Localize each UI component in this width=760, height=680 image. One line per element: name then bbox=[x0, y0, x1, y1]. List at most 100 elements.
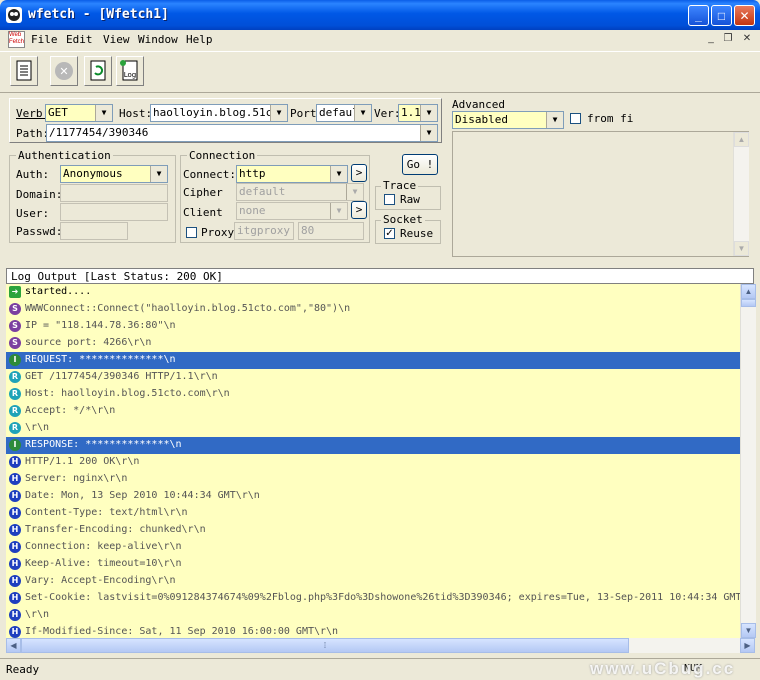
proxy-host-input[interactable]: itgproxy bbox=[234, 222, 294, 240]
log-vertical-scrollbar[interactable]: ▲ ▼ bbox=[740, 284, 756, 638]
scroll-up-icon[interactable]: ▲ bbox=[734, 132, 749, 147]
chevron-down-icon[interactable]: ▼ bbox=[270, 105, 287, 121]
scroll-left-icon[interactable]: ◀ bbox=[6, 638, 21, 653]
log-row-text: Host: haolloyin.blog.51cto.com\r\n bbox=[25, 388, 230, 399]
log-output-list[interactable]: ➜ started.... S WWWConnect::Connect("haollo… bbox=[6, 284, 740, 638]
mdi-restore-button[interactable]: ❐ bbox=[721, 32, 735, 46]
cipher-dropdown[interactable]: default ▼ bbox=[236, 183, 364, 201]
client-dropdown[interactable]: none ▼ bbox=[236, 202, 348, 220]
log-row[interactable]: R \r\n bbox=[6, 420, 740, 437]
log-row[interactable]: Ssource port: 4266\r\n bbox=[6, 335, 740, 352]
advanced-dropdown[interactable]: Disabled ▼ bbox=[452, 111, 564, 129]
chevron-down-icon[interactable]: ▼ bbox=[354, 105, 371, 121]
maximize-button[interactable]: □ bbox=[711, 5, 732, 26]
chevron-down-icon[interactable]: ▼ bbox=[546, 112, 563, 128]
proxy-host-value: itgproxy bbox=[237, 224, 290, 237]
host-combobox[interactable]: haolloyin.blog.51cto ▼ bbox=[150, 104, 288, 122]
refresh-button[interactable] bbox=[84, 56, 112, 86]
domain-label: Domain: bbox=[16, 188, 63, 201]
chevron-down-icon[interactable]: ▼ bbox=[95, 105, 112, 121]
raw-checkbox[interactable] bbox=[384, 194, 395, 205]
log-type-h-icon: H bbox=[9, 507, 21, 519]
domain-input[interactable] bbox=[60, 184, 168, 202]
chevron-down-icon[interactable]: ▼ bbox=[420, 125, 437, 141]
log-row[interactable]: H Date: Mon, 13 Sep 2010 10:44:34 GMT\r\n bbox=[6, 488, 740, 505]
log-type-s-icon: S bbox=[9, 337, 21, 349]
log-row[interactable]: H Vary: Accept-Encoding\r\n bbox=[6, 573, 740, 590]
menu-view[interactable]: View bbox=[103, 33, 130, 46]
log-row[interactable]: S IP = "118.144.78.36:80"\n bbox=[6, 318, 740, 335]
passwd-input[interactable] bbox=[60, 222, 128, 240]
log-horizontal-scrollbar[interactable]: ◀ ⁞ ▶ bbox=[6, 638, 755, 653]
log-row[interactable]: H Transfer-Encoding: chunked\r\n bbox=[6, 522, 740, 539]
menu-window[interactable]: Window bbox=[138, 33, 178, 46]
log-row[interactable]: H Set-Cookie: lastvisit=0%091284374674%09… bbox=[6, 590, 740, 607]
path-label: Path: bbox=[16, 127, 50, 140]
log-row[interactable]: S WWWConnect::Connect("haolloyin.blog.51c… bbox=[6, 301, 740, 318]
menu-help[interactable]: Help bbox=[186, 33, 213, 46]
scroll-down-icon[interactable]: ▼ bbox=[734, 241, 749, 256]
menu-bar: Web Fetch File Edit View Window Help _ ❐… bbox=[0, 30, 760, 50]
connect-dropdown[interactable]: http ▼ bbox=[236, 165, 348, 183]
user-input[interactable] bbox=[60, 203, 168, 221]
log-row[interactable]: R Host: haolloyin.blog.51cto.com\r\n bbox=[6, 386, 740, 403]
log-row[interactable]: H \r\n bbox=[6, 607, 740, 624]
log-row[interactable]: I RESPONSE: **************\n bbox=[6, 437, 740, 454]
auth-dropdown[interactable]: Anonymous ▼ bbox=[60, 165, 168, 183]
connect-options-button[interactable]: > bbox=[351, 164, 367, 182]
scroll-down-icon[interactable]: ▼ bbox=[741, 623, 756, 638]
version-dropdown[interactable]: 1.1 ▼ bbox=[398, 104, 438, 122]
go-button[interactable]: Go ! bbox=[402, 154, 438, 175]
stop-button[interactable]: ✕ bbox=[50, 56, 78, 86]
chevron-down-icon[interactable]: ▼ bbox=[330, 203, 347, 219]
horizontal-scrollbar-thumb[interactable]: ⁞ bbox=[21, 638, 629, 653]
close-button[interactable]: ✕ bbox=[734, 5, 755, 26]
advanced-value: Disabled bbox=[455, 113, 508, 126]
log-row[interactable]: H Content-Type: text/html\r\n bbox=[6, 505, 740, 522]
mdi-minimize-button[interactable]: _ bbox=[704, 32, 718, 46]
advanced-scrollbar[interactable]: ▲ ▼ bbox=[733, 132, 749, 256]
menu-file[interactable]: File bbox=[31, 33, 58, 46]
connect-label: Connect: bbox=[183, 168, 236, 181]
proxy-port-input[interactable]: 80 bbox=[298, 222, 364, 240]
port-combobox[interactable]: defaul ▼ bbox=[316, 104, 372, 122]
chevron-down-icon[interactable]: ▼ bbox=[330, 166, 347, 182]
from-file-checkbox[interactable] bbox=[570, 113, 581, 124]
app-icon[interactable] bbox=[6, 7, 22, 23]
log-row[interactable]: H Connection: keep-alive\r\n bbox=[6, 539, 740, 556]
trace-group-label: Trace bbox=[381, 179, 419, 192]
proxy-checkbox[interactable] bbox=[186, 227, 197, 238]
log-row[interactable]: H HTTP/1.1 200 OK\r\n bbox=[6, 454, 740, 471]
log-row[interactable]: R Accept: */*\r\n bbox=[6, 403, 740, 420]
scrollbar-thumb[interactable] bbox=[741, 299, 756, 307]
chevron-down-icon[interactable]: ▼ bbox=[150, 166, 167, 182]
log-row[interactable]: H Server: nginx\r\n bbox=[6, 471, 740, 488]
stop-icon: ✕ bbox=[55, 62, 73, 80]
log-row[interactable]: I REQUEST: **************\n bbox=[6, 352, 740, 369]
log-output-title: Log Output [Last Status: 200 OK] bbox=[11, 270, 223, 283]
log-row-text: source port: 4266\r\n bbox=[25, 337, 152, 348]
log-row[interactable]: R GET /1177454/390346 HTTP/1.1\r\n bbox=[6, 369, 740, 386]
scroll-up-icon[interactable]: ▲ bbox=[741, 284, 756, 299]
chevron-down-icon[interactable]: ▼ bbox=[420, 105, 437, 121]
minimize-button[interactable]: _ bbox=[688, 5, 709, 26]
advanced-textarea[interactable] bbox=[452, 131, 749, 257]
verb-dropdown[interactable]: GET ▼ bbox=[45, 104, 113, 122]
client-options-button[interactable]: > bbox=[351, 201, 367, 219]
menu-edit[interactable]: Edit bbox=[66, 33, 93, 46]
doc-icon[interactable]: Web Fetch bbox=[8, 31, 25, 48]
passwd-label: Passwd: bbox=[16, 225, 63, 238]
reuse-checkbox[interactable]: ✓ bbox=[384, 228, 395, 239]
chevron-down-icon[interactable]: ▼ bbox=[346, 184, 363, 200]
log-row-text: Connection: keep-alive\r\n bbox=[25, 541, 182, 552]
proxy-label: Proxy bbox=[201, 226, 235, 239]
path-combobox[interactable]: /1177454/390346 ▼ bbox=[46, 124, 438, 142]
mdi-close-button[interactable]: ✕ bbox=[740, 32, 754, 46]
log-button[interactable]: Log bbox=[116, 56, 144, 86]
log-row[interactable]: H Keep-Alive: timeout=10\r\n bbox=[6, 556, 740, 573]
new-request-button[interactable] bbox=[10, 56, 38, 86]
scroll-right-icon[interactable]: ▶ bbox=[740, 638, 755, 653]
title-bar[interactable]: wfetch - [Wfetch1] _ □ ✕ bbox=[0, 0, 760, 30]
log-row[interactable]: ➜ started.... bbox=[6, 284, 740, 301]
log-row[interactable]: H If-Modified-Since: Sat, 11 Sep 2010 16:… bbox=[6, 624, 740, 638]
